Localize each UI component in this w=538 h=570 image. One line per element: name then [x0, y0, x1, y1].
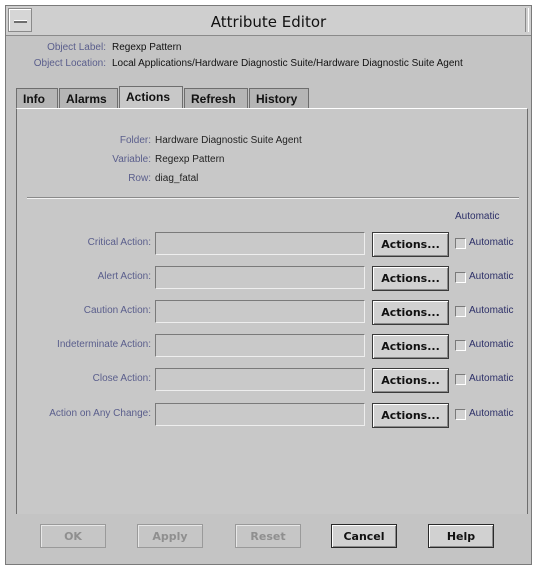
indeterminate-action-field[interactable]	[155, 334, 365, 357]
caution-action-label: Caution Action:	[83, 305, 151, 316]
automatic-column-header: Automatic	[455, 211, 500, 222]
tab-refresh[interactable]: Refresh	[184, 88, 248, 108]
cancel-button[interactable]: Cancel	[331, 524, 397, 548]
object-location-label: Object Location:	[33, 58, 106, 69]
any-change-action-field[interactable]	[155, 403, 365, 426]
actions-panel: Folder: Hardware Diagnostic Suite Agent …	[16, 108, 528, 518]
caution-automatic-label: Automatic	[469, 305, 514, 316]
tab-history[interactable]: History	[249, 88, 309, 108]
alert-automatic-checkbox[interactable]	[455, 272, 466, 283]
close-actions-button[interactable]: Actions...	[372, 368, 449, 393]
tab-actions[interactable]: Actions	[119, 86, 183, 108]
object-label-value: Regexp Pattern	[112, 42, 182, 53]
caution-action-field[interactable]	[155, 300, 365, 323]
indeterminate-action-label: Indeterminate Action:	[57, 339, 151, 350]
object-location-row: Object Location: Local Applications/Hard…	[6, 58, 531, 72]
critical-action-field[interactable]	[155, 232, 365, 255]
critical-action-label: Critical Action:	[87, 237, 151, 248]
object-label-label: Object Label:	[47, 42, 106, 53]
folder-value: Hardware Diagnostic Suite Agent	[155, 135, 302, 146]
section-divider	[27, 197, 519, 199]
indeterminate-automatic-checkbox[interactable]	[455, 340, 466, 351]
title-bar: Attribute Editor	[6, 6, 531, 36]
tab-alarms[interactable]: Alarms	[59, 88, 118, 108]
reset-button[interactable]: Reset	[235, 524, 301, 548]
help-button[interactable]: Help	[428, 524, 494, 548]
variable-value: Regexp Pattern	[155, 154, 225, 165]
caution-actions-button[interactable]: Actions...	[372, 300, 449, 325]
alert-actions-button[interactable]: Actions...	[372, 266, 449, 291]
window-title: Attribute Editor	[210, 13, 327, 31]
apply-button[interactable]: Apply	[137, 524, 203, 548]
critical-automatic-label: Automatic	[469, 237, 514, 248]
critical-actions-button[interactable]: Actions...	[372, 232, 449, 257]
any-change-action-label: Action on Any Change:	[49, 408, 151, 419]
row-label: Row:	[128, 173, 151, 184]
tab-info[interactable]: Info	[16, 88, 58, 108]
ok-button[interactable]: OK	[40, 524, 106, 548]
caution-automatic-checkbox[interactable]	[455, 306, 466, 317]
any-change-automatic-checkbox[interactable]	[455, 409, 466, 420]
critical-automatic-checkbox[interactable]	[455, 238, 466, 249]
close-automatic-label: Automatic	[469, 373, 514, 384]
close-action-label: Close Action:	[92, 373, 151, 384]
alert-automatic-label: Automatic	[469, 271, 514, 282]
variable-label: Variable:	[112, 154, 151, 165]
any-change-actions-button[interactable]: Actions...	[372, 403, 449, 428]
close-automatic-checkbox[interactable]	[455, 374, 466, 385]
alert-action-label: Alert Action:	[97, 271, 151, 282]
row-value: diag_fatal	[155, 173, 199, 184]
attribute-editor-window: Attribute Editor Object Label: Regexp Pa…	[5, 5, 532, 565]
any-change-automatic-label: Automatic	[469, 408, 514, 419]
alert-action-field[interactable]	[155, 266, 365, 289]
caution-action-row: Caution Action: Actions... Automatic	[17, 300, 529, 325]
indeterminate-automatic-label: Automatic	[469, 339, 514, 350]
title-bar-edge	[525, 8, 529, 32]
close-action-row: Close Action: Actions... Automatic	[17, 368, 529, 393]
object-label-row: Object Label: Regexp Pattern	[6, 42, 531, 56]
dialog-footer: OK Apply Reset Cancel Help	[6, 514, 531, 564]
indeterminate-actions-button[interactable]: Actions...	[372, 334, 449, 359]
object-location-value: Local Applications/Hardware Diagnostic S…	[112, 58, 463, 69]
critical-action-row: Critical Action: Actions... Automatic	[17, 232, 529, 257]
folder-label: Folder:	[119, 135, 151, 146]
indeterminate-action-row: Indeterminate Action: Actions... Automat…	[17, 334, 529, 359]
any-change-action-row: Action on Any Change: Actions... Automat…	[17, 403, 529, 428]
alert-action-row: Alert Action: Actions... Automatic	[17, 266, 529, 291]
close-action-field[interactable]	[155, 368, 365, 391]
